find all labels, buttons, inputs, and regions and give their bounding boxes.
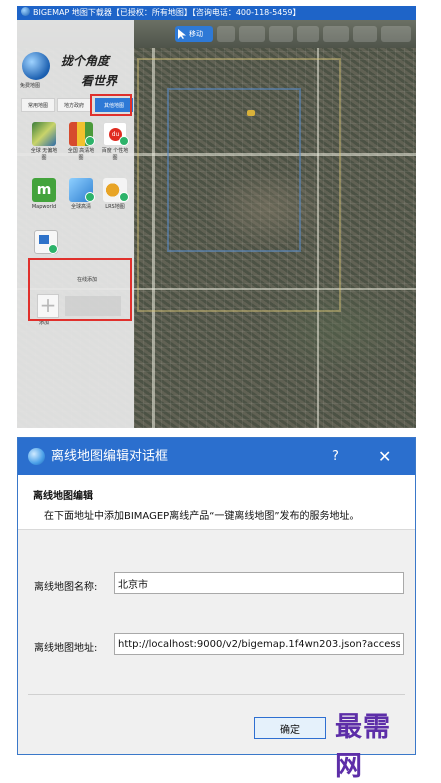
- map-url-label: 离线地图地址:: [34, 643, 98, 654]
- offline-badge-icon: [85, 136, 95, 146]
- dialog-header: 离线地图编辑 在下面地址中添加BIMAGEP离线产品“一键离线地图”发布的服务地…: [18, 475, 415, 530]
- map-source-panel: 免费地图 拢个角度 看世界 常用地图 地方政府 其他地图 全球 无偏地图 全国 …: [17, 20, 134, 428]
- add-section-highlight-box: [28, 258, 132, 321]
- dialog-title: 离线地图编辑对话框: [51, 449, 169, 464]
- map-source-label: 全国 高清地图: [67, 148, 95, 161]
- brand-caption: 免费地图: [20, 83, 41, 89]
- dialog-divider: [28, 694, 405, 695]
- app-titlebar: BIGEMAP 地图下载器【已授权：所有地图】【咨询电话：400-118-545…: [17, 6, 416, 20]
- toolbar-button[interactable]: [269, 26, 293, 42]
- tab-local-gov[interactable]: 地方政府: [57, 98, 91, 112]
- cursor-icon: [178, 29, 186, 39]
- map-url-input[interactable]: [114, 633, 404, 655]
- offline-badge-icon: [119, 136, 129, 146]
- move-tool-label: 移动: [189, 30, 203, 38]
- map-source-label: 全球 无偏地图: [30, 148, 58, 161]
- move-tool-button[interactable]: 移动: [175, 26, 213, 42]
- offline-map-edit-dialog: 离线地图编辑对话框 ? ✕ 离线地图编辑 在下面地址中添加BIMAGEP离线产品…: [17, 437, 416, 782]
- map-source-label: 全球高清: [70, 204, 91, 210]
- tab-common-maps[interactable]: 常用地图: [21, 98, 55, 112]
- toolbar-button[interactable]: [217, 26, 235, 42]
- map-name-input[interactable]: [114, 572, 404, 594]
- map-page-icon: [39, 235, 49, 244]
- toolbar-button[interactable]: [239, 26, 265, 42]
- offline-badge-icon: [48, 244, 58, 254]
- map-marker-icon: [247, 110, 255, 116]
- close-icon[interactable]: ✕: [378, 438, 391, 475]
- offline-badge-icon: [85, 192, 95, 202]
- mapworld-icon[interactable]: m: [32, 178, 56, 202]
- tab-highlight-box: [90, 94, 132, 116]
- dialog-description: 在下面地址中添加BIMAGEP离线产品“一键离线地图”发布的服务地址。: [44, 511, 360, 522]
- bigemap-logo-icon: [22, 52, 50, 80]
- slogan-line1: 拢个角度: [61, 54, 110, 68]
- ok-button[interactable]: 确定: [254, 717, 326, 739]
- offline-badge-icon: [119, 192, 129, 202]
- help-icon[interactable]: ?: [332, 438, 339, 475]
- map-source-label: LRS地图: [105, 204, 125, 210]
- map-app-window: BIGEMAP 地图下载器【已授权：所有地图】【咨询电话：400-118-545…: [17, 6, 416, 428]
- toolbar-button[interactable]: [297, 26, 319, 42]
- toolbar-button[interactable]: [323, 26, 349, 42]
- toolbar-button[interactable]: [381, 26, 411, 42]
- app-title: BIGEMAP 地图下载器【已授权：所有地图】【咨询电话：400-118-545…: [33, 8, 301, 17]
- ring-road: [137, 58, 341, 312]
- map-source-label: Mapworld: [31, 204, 57, 210]
- dialog-heading: 离线地图编辑: [33, 491, 93, 502]
- watermark-logo: 最需网: [335, 712, 391, 782]
- bigemap-logo-icon: [28, 448, 45, 465]
- map-name-label: 离线地图名称:: [34, 582, 98, 593]
- app-logo-icon: [21, 7, 30, 16]
- map-source-label: 百度 个性地图: [101, 148, 129, 161]
- slogan-line2: 看世界: [81, 74, 118, 88]
- dialog-titlebar: 离线地图编辑对话框 ? ✕: [18, 438, 415, 475]
- globe-satellite-icon[interactable]: [32, 122, 56, 146]
- toolbar-button[interactable]: [353, 26, 377, 42]
